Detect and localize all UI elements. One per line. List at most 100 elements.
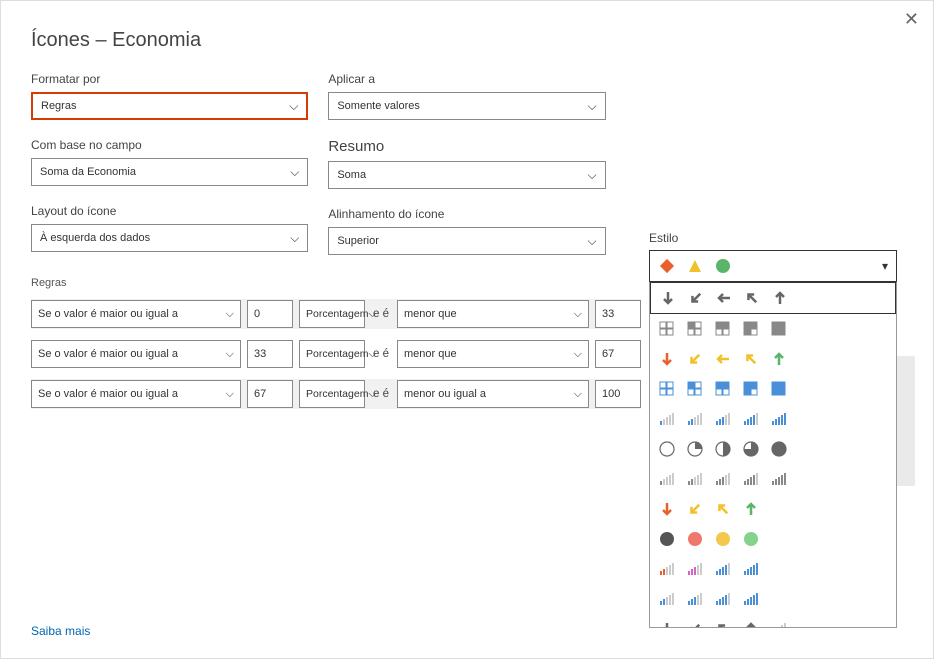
style-label: Estilo [649,231,678,245]
icons-dialog: ✕ Ícones – Economia Formatar por Regras … [0,0,934,659]
layout-select[interactable]: À esquerda dos dados ⌵ [31,224,308,252]
format-by-select[interactable]: Regras ⌵ [31,92,308,120]
diamond-icon [658,257,676,275]
circle-icon [686,530,704,548]
alignment-label: Alinhamento do ícone [328,207,605,221]
rule-mid-label: e é [371,308,391,320]
chevron-down-icon: ⌵ [588,99,597,114]
bars-icon [658,560,676,578]
quad-icon [742,320,760,338]
chevron-down-icon: ⌵ [574,308,582,321]
quad-icon [714,320,732,338]
quad-icon [742,380,760,398]
style-option-bars-color-4[interactable] [650,554,896,584]
style-select[interactable]: ▾ [649,250,897,282]
style-selected-preview [658,257,732,275]
layout-value: À esquerda dos dados [40,232,150,244]
rule-mid-label: e é [371,388,391,400]
quad-icon [658,380,676,398]
chevron-down-icon: ⌵ [588,234,597,249]
chevron-down-icon: ⌵ [574,348,582,361]
rule-from-input[interactable]: 67 [247,380,293,408]
rule-mid-op-select[interactable]: menor ou igual a⌵ [397,380,589,408]
quad-icon [658,320,676,338]
rule-from-input[interactable]: 0 [247,300,293,328]
quad-icon [714,380,732,398]
bars-icon [686,590,704,608]
arrow-icon [686,350,704,368]
close-button[interactable]: ✕ [904,9,919,30]
based-on-value: Soma da Economia [40,166,136,178]
style-option-pie-gray-5[interactable] [650,434,896,464]
rule-unit-select[interactable]: Porcentagem⌵ [299,340,365,368]
arrow-icon [742,500,760,518]
style-option-quadrants-gray-5[interactable] [650,314,896,344]
style-option-arrows-gray-5[interactable] [650,282,896,314]
bars-icon [686,410,704,428]
style-option-circles-color-4[interactable] [650,524,896,554]
summary-select[interactable]: Soma ⌵ [328,161,605,189]
arrow-icon [658,500,676,518]
style-option-arrows-color-5[interactable] [650,344,896,374]
arrow-icon [658,350,676,368]
based-on-select[interactable]: Soma da Economia ⌵ [31,158,308,186]
chevron-down-icon: ⌵ [588,168,597,183]
rule-from-input[interactable]: 33 [247,340,293,368]
circle-icon [714,530,732,548]
quad-icon [770,320,788,338]
rule-to-input[interactable]: 100 [595,380,641,408]
arrow-icon [687,289,705,307]
style-option-arrows-gray-4[interactable] [650,614,896,628]
arrow-icon [715,289,733,307]
bars-icon [770,470,788,488]
rule-to-input[interactable]: 67 [595,340,641,368]
format-by-label: Formatar por [31,72,308,86]
apply-to-select[interactable]: Somente valores ⌵ [328,92,605,120]
rule-unit-select[interactable]: Porcentagem⌵ [299,300,365,328]
pie-icon [770,440,788,458]
bars-icon [658,470,676,488]
bars-icon [658,590,676,608]
rule-mid-label: e é [371,348,391,360]
chevron-down-icon: ⌵ [290,231,299,246]
rule-mid-op-select[interactable]: menor que⌵ [397,340,589,368]
rules-list: Se o valor é maior ou igual a⌵0Porcentag… [31,299,641,409]
chevron-down-icon: ⌵ [289,99,298,114]
bars-icon [770,410,788,428]
chevron-down-icon: ⌵ [574,388,582,401]
style-option-quadrants-blue-5[interactable] [650,374,896,404]
chevron-down-icon: ⌵ [226,348,234,361]
rule-condition-select[interactable]: Se o valor é maior ou igual a⌵ [31,380,241,408]
summary-value: Soma [337,169,366,181]
bars-icon [686,560,704,578]
bars-icon [714,590,732,608]
arrow-icon [658,620,676,628]
learn-more-link[interactable]: Saiba mais [31,624,90,638]
bars-icon [742,590,760,608]
style-option-bars-blue-5[interactable] [650,404,896,434]
alignment-select[interactable]: Superior ⌵ [328,227,605,255]
layout-label: Layout do ícone [31,204,308,218]
bars-icon [658,410,676,428]
arrow-icon [742,620,760,628]
rule-condition-select[interactable]: Se o valor é maior ou igual a⌵ [31,340,241,368]
bars-icon [714,560,732,578]
circle-icon [714,257,732,275]
rule-mid-op-select[interactable]: menor que⌵ [397,300,589,328]
bars-icon [714,470,732,488]
style-option-bars-gray-5[interactable] [650,464,896,494]
style-option-bars-blue-4[interactable] [650,584,896,614]
pie-icon [714,440,732,458]
rule-condition-select[interactable]: Se o valor é maior ou igual a⌵ [31,300,241,328]
style-option-arrows-color-4[interactable] [650,494,896,524]
arrow-icon [686,620,704,628]
apply-to-label: Aplicar a [328,72,605,86]
style-options-list[interactable] [649,282,897,628]
rule-to-input[interactable]: 33 [595,300,641,328]
bars-icon [714,410,732,428]
rule-row: Se o valor é maior ou igual a⌵33Porcenta… [31,339,641,369]
rule-unit-select[interactable]: Porcentagem⌵ [299,380,365,408]
arrow-icon [743,289,761,307]
chevron-down-icon: ▾ [882,259,888,273]
chevron-down-icon: ⌵ [226,388,234,401]
